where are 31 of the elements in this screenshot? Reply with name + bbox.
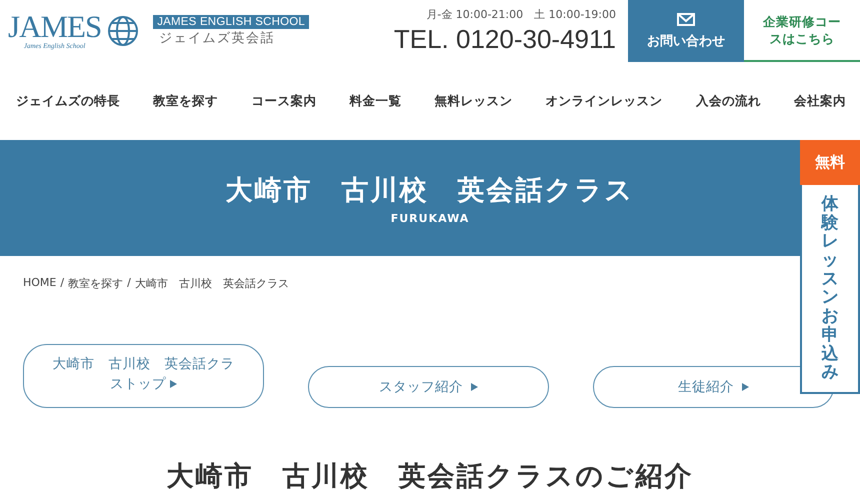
triangle-icon: [471, 383, 478, 391]
nav-link[interactable]: 料金一覧: [349, 92, 402, 110]
triangle-icon: [742, 383, 749, 391]
breadcrumb-separator: /: [127, 276, 131, 291]
section-heading: 大崎市 古川校 英会話クラスのご紹介: [166, 460, 694, 494]
breadcrumb-current: 大崎市 古川校 英会話クラス: [134, 276, 289, 292]
phone-number: TEL. 0120-30-4911: [394, 24, 616, 55]
mail-icon: [677, 12, 695, 26]
globe-icon: [107, 15, 140, 47]
triangle-icon: [170, 380, 178, 388]
breadcrumb-link[interactable]: HOME: [23, 276, 56, 300]
contact-button[interactable]: お問い合わせ: [628, 0, 744, 62]
page-nav-button[interactable]: スタッフ紹介: [308, 366, 549, 408]
breadcrumb-link[interactable]: 教室を探す: [68, 276, 124, 300]
nav-link[interactable]: ジェイムズの特長: [16, 92, 120, 110]
page-subtitle: FURUKAWA: [390, 212, 470, 224]
nav-link[interactable]: 入会の流れ: [696, 92, 761, 110]
breadcrumb-separator: /: [60, 276, 64, 291]
nav-link[interactable]: オンラインレッスン: [546, 92, 663, 110]
school-name: JAMES ENGLISH SCHOOL: [153, 15, 309, 29]
nav-link[interactable]: 無料レッスン: [434, 92, 513, 110]
trial-lesson-tab[interactable]: 無料 体験レッスンお申込み: [800, 140, 860, 394]
nav-link[interactable]: コース案内: [251, 92, 316, 110]
page-title: 大崎市 古川校 英会話クラス: [226, 174, 634, 208]
nav-link[interactable]: 教室を探す: [153, 92, 218, 110]
nav-link[interactable]: 会社案内: [794, 92, 846, 110]
free-badge: 無料: [800, 140, 860, 185]
logo-text: JAMES: [8, 12, 102, 42]
page-nav-button[interactable]: 大崎市 古川校 英会話クラストップ: [23, 344, 264, 408]
opening-hours: 月-金 10:00-21:00 土 10:00-19:00: [426, 7, 616, 22]
school-name-japanese: ジェイムズ英会話: [158, 30, 276, 47]
